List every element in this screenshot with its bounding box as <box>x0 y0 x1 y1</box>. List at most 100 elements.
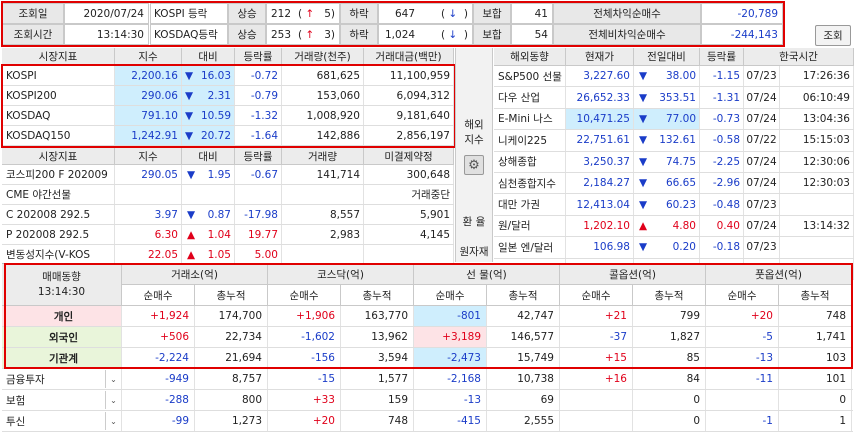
chevron-down-icon[interactable]: ⌄ <box>105 391 121 409</box>
flow-row[interactable]: 금융투자 ⌄ -949 8,757 -15 1,577 -2,168 10,738 +16 84-… <box>2 369 853 390</box>
overseas-time: 12:30:03 <box>780 172 854 194</box>
overseas-header: 해외동향 현재가 전일대비 등락률 한국시간 <box>494 48 854 66</box>
flow-value: 174,700 <box>195 306 268 326</box>
futures-header-cell: 등락률 <box>235 148 282 165</box>
overseas-date: 07/23 <box>744 194 780 215</box>
index-row[interactable]: KOSDAQ150 1,242.91 ▼ 20.72 -1.64 142,886 2,856… <box>2 126 454 146</box>
query-button[interactable]: 조회 <box>815 25 851 46</box>
date-label: 조회일 <box>2 3 64 24</box>
overseas-row[interactable]: 대만 가권 12,413.04 ▼ 60.23 -0.48 07/23 <box>494 194 854 216</box>
futures-row[interactable]: CME 야간선물 거래중단 <box>2 185 454 205</box>
futures-row[interactable]: C 202008 292.5 3.97 ▼ 0.87 -17.98 8,557 5,901 <box>2 205 454 225</box>
kospi-flat-value: 41 <box>511 3 553 24</box>
down-triangle-icon: ▼ <box>639 155 648 168</box>
flow-row[interactable]: 개인 +1,924 174,700 +1,906 163,770 -801 42,747 +2… <box>2 306 853 327</box>
up-triangle-icon: ▲ <box>187 248 196 261</box>
down-triangle-icon: ▼ <box>639 134 648 147</box>
flow-value: 1,273 <box>195 411 268 431</box>
flow-sub-header: 총누적 <box>633 285 706 306</box>
flow-value: 800 <box>195 390 268 410</box>
index-row[interactable]: KOSDAQ 791.10 ▼ 10.59 -1.32 1,008,920 9,181,64… <box>2 106 454 126</box>
flow-row[interactable]: 기관계 -2,224 21,694 -156 3,594 -2,473 15,749 +15 8… <box>2 348 853 369</box>
index-name: KOSDAQ150 <box>2 126 115 145</box>
down-arrow-icon: ▼ <box>185 69 194 82</box>
flow-value: -1,602 <box>268 327 341 347</box>
futures-table: 시장지표 지수 대비 등락률 거래량 미결제약정 코스피200 F 202009… <box>2 148 454 265</box>
kosdaq-rise-cell: 253 ( ↑ 3) <box>266 24 340 45</box>
overseas-rate: 0.40 <box>700 215 744 237</box>
gear-icon[interactable]: ⚙ <box>464 155 484 175</box>
index-header-cell: 대비 <box>182 48 235 66</box>
index-name: KOSPI <box>2 66 115 85</box>
overseas-row[interactable]: S&P500 선물 3,227.60 ▼ 38.00 -1.15 07/23 17:26:3… <box>494 66 854 88</box>
overseas-change: ▼ 0.20 <box>634 237 700 258</box>
futures-row[interactable]: P 202008 292.5 6.30 ▲ 1.04 19.77 2,983 4,145 <box>2 225 454 245</box>
chevron-down-icon[interactable]: ⌄ <box>105 412 121 430</box>
overseas-time: 15:15:03 <box>780 130 854 151</box>
overseas-name: 대만 가권 <box>494 194 566 215</box>
overseas-row[interactable]: 다우 산업 26,652.33 ▼ 353.51 -1.31 07/24 06:10:49 <box>494 87 854 109</box>
futures-open-interest: 4,145 <box>364 225 454 244</box>
flow-value: -2,224 <box>122 348 195 368</box>
kosdaq-label: KOSDAQ등락 <box>150 24 228 45</box>
overseas-index-label: 해외 지수 <box>464 119 484 146</box>
flow-sub-header: 순매수 <box>122 285 195 306</box>
futures-volume: 8,557 <box>282 205 364 224</box>
overseas-change: ▼ 66.65 <box>634 172 700 194</box>
flow-value: 0 <box>633 390 706 410</box>
flow-value: 163,770 <box>341 306 414 326</box>
overseas-row[interactable]: 원/달러 1,202.10 ▲ 4.80 0.40 07/24 13:14:32 <box>494 215 854 238</box>
flow-row[interactable]: 외국인 +506 22,734 -1,602 13,962 +3,189 146,577 -3… <box>2 327 853 348</box>
flow-value: -37 <box>560 327 633 347</box>
index-change: ▼ 2.31 <box>182 86 235 105</box>
flow-header: 매매동향 13:14:30 거래소(억) 코스닥(억) 선 물(억) 콜옵션(억) 풋옵… <box>2 264 853 306</box>
time-label: 조회시간 <box>2 24 64 45</box>
flow-row[interactable]: 투신 ⌄ -99 1,273 +20 748 -415 2,555 0 -1 1 <box>2 411 853 432</box>
kosdaq-upper-value: 3 <box>324 28 331 41</box>
flow-value: 8,757 <box>195 369 268 389</box>
futures-open-interest: 300,648 <box>364 165 454 184</box>
futures-change-value: 1.95 <box>207 168 231 181</box>
flow-investor-label: 개인 <box>53 310 74 323</box>
flow-row[interactable]: 보험 ⌄ -288 800 +33 159 -13 69 0 0 <box>2 390 853 411</box>
flow-sub-header: 순매수 <box>268 285 341 306</box>
overseas-table: 해외동향 현재가 전일대비 등락률 한국시간 S&P500 선물 3,227.60… <box>494 48 854 280</box>
overseas-row[interactable]: 일본 엔/달러 106.98 ▼ 0.20 -0.18 07/23 <box>494 237 854 259</box>
index-volume: 1,008,920 <box>282 106 364 125</box>
raw-material-label: 원자재 <box>459 246 489 258</box>
index-row[interactable]: KOSPI 2,200.16 ▼ 16.03 -0.72 681,625 11,100,95… <box>2 66 454 86</box>
overseas-time: 06:10:49 <box>780 87 854 108</box>
overseas-name: 니케이225 <box>494 130 566 151</box>
overseas-row[interactable]: E-Mini 나스 10,471.25 ▼ 77.00 -0.73 07/24 13:04:… <box>494 108 854 131</box>
overseas-change-value: 4.80 <box>672 219 696 232</box>
overseas-row[interactable]: 심천종합지수 2,184.27 ▼ 66.65 -2.96 07/24 12:30:03 <box>494 172 854 195</box>
overseas-value: 2,184.27 <box>566 172 634 194</box>
flow-value: +33 <box>268 390 341 410</box>
futures-header-cell: 거래량 <box>282 148 364 165</box>
kospi-rise-cell: 212 ( ↑ 5) <box>266 3 340 24</box>
flow-title-cell: 매매동향 13:14:30 <box>2 264 122 306</box>
flow-investor: 보험 ⌄ <box>2 390 122 410</box>
flow-value: +1,906 <box>268 306 341 326</box>
index-row[interactable]: KOSPI200 290.06 ▼ 2.31 -0.79 153,060 6,094,312 <box>2 86 454 106</box>
flow-value: 2,555 <box>487 411 560 431</box>
kospi-rise-value: 212 <box>271 7 292 20</box>
kosdaq-fall-cell: 1,024 ( ↓ ) <box>378 24 473 45</box>
overseas-date: 07/23 <box>744 237 780 258</box>
flow-table: 매매동향 13:14:30 거래소(억) 코스닥(억) 선 물(억) 콜옵션(억) 풋옵… <box>2 263 853 432</box>
kospi-rise-label: 상승 <box>228 3 266 24</box>
futures-value: 290.05 <box>115 165 182 184</box>
futures-row[interactable]: 변동성지수(V-KOS 22.05 ▲ 1.05 5.00 <box>2 245 454 265</box>
overseas-name: E-Mini 나스 <box>494 108 566 130</box>
down-arrow-icon: ▼ <box>185 109 194 122</box>
flow-value: 22,734 <box>195 327 268 347</box>
date-value[interactable]: 2020/07/24 <box>64 3 149 24</box>
overseas-row[interactable]: 상해종합 3,250.37 ▼ 74.75 -2.25 07/24 12:30:06 <box>494 151 854 173</box>
index-volume: 142,886 <box>282 126 364 145</box>
overseas-row[interactable]: 니케이225 22,751.61 ▼ 132.61 -0.58 07/22 15:15:03 <box>494 130 854 152</box>
overseas-rate: -0.58 <box>700 130 744 151</box>
chevron-down-icon[interactable]: ⌄ <box>105 370 121 388</box>
up-triangle-icon: ▲ <box>639 219 648 232</box>
overseas-time: 13:14:32 <box>780 215 854 237</box>
futures-row[interactable]: 코스피200 F 202009 290.05 ▼ 1.95 -0.67 141,714 30… <box>2 165 454 185</box>
